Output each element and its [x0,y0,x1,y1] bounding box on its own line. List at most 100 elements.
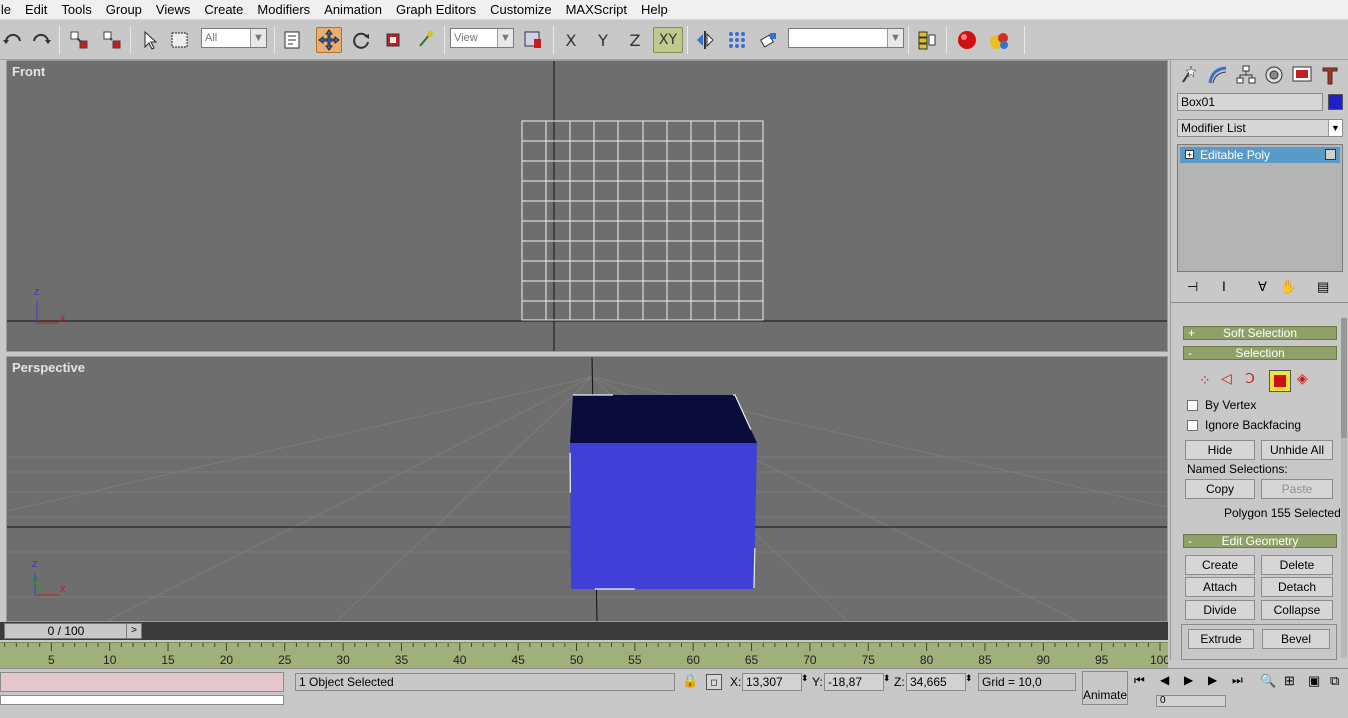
restrict-to-xy-button[interactable]: XY [653,27,683,53]
array-icon[interactable] [724,27,750,53]
layer-manager-icon[interactable] [914,27,940,53]
time-slider[interactable]: 0 / 100 > [0,622,1168,640]
next-frame-arrow-icon[interactable]: > [126,623,142,639]
polygon-icon[interactable] [1269,370,1291,392]
element-icon[interactable]: ◈ [1297,370,1308,387]
hide-button[interactable]: Hide [1185,440,1255,460]
stack-item-editable-poly[interactable]: + Editable Poly [1180,147,1340,163]
y-spinner-icon[interactable]: ⬍ [883,673,891,684]
y-coordinate-field[interactable]: -18,87 [824,673,884,691]
select-and-scale-icon[interactable] [380,27,406,53]
modify-tab-icon[interactable] [1207,64,1229,86]
reference-coordinate-dropdown[interactable]: View ▼ [450,28,514,48]
make-unique-icon[interactable]: ∀ [1258,279,1267,295]
utilities-tab-icon[interactable] [1319,64,1341,86]
vertex-icon[interactable]: ⁘ [1199,372,1211,389]
menu-animation[interactable]: Animation [317,0,389,20]
copy-button[interactable]: Copy [1185,479,1255,499]
modifier-stack[interactable]: + Editable Poly [1177,144,1343,272]
bevel-button[interactable]: Bevel [1262,629,1330,649]
by-vertex-checkbox[interactable] [1187,400,1198,411]
detach-button[interactable]: Detach [1261,577,1333,597]
unhide-all-button[interactable]: Unhide All [1261,440,1333,460]
go-to-start-icon[interactable]: ⏮ [1134,673,1145,688]
remove-modifier-icon[interactable]: ✋ [1280,279,1296,295]
undo-icon[interactable] [0,27,26,53]
x-spinner-icon[interactable]: ⬍ [801,673,809,684]
object-name-field[interactable]: Box01 [1177,93,1323,111]
attach-button[interactable]: Attach [1185,577,1255,597]
divide-button[interactable]: Divide [1185,600,1255,620]
previous-frame-icon[interactable]: ◀ [1160,673,1169,687]
select-and-rotate-icon[interactable] [348,27,374,53]
create-button[interactable]: Create [1185,555,1255,575]
auto-key-animate-button[interactable]: Animate [1082,671,1128,705]
menu-help[interactable]: Help [634,0,675,20]
display-tab-icon[interactable] [1291,64,1313,86]
zoom-icon[interactable]: 🔍 [1260,673,1276,689]
select-and-move-icon[interactable] [316,27,342,53]
next-frame-icon[interactable]: ▶ [1208,673,1217,687]
lock-icon[interactable]: 🔒 [682,673,698,689]
redo-icon[interactable] [28,27,54,53]
go-to-end-icon[interactable]: ⏭ [1232,673,1243,688]
delete-button[interactable]: Delete [1261,555,1333,575]
absolute-mode-icon[interactable]: ◻ [706,674,722,690]
z-spinner-icon[interactable]: ⬍ [965,673,973,684]
zoom-extents-all-icon[interactable]: ⧉ [1330,673,1339,689]
restrict-to-y-button[interactable]: Y [590,27,616,53]
command-panel-scrollbar[interactable] [1341,318,1347,658]
front-viewport[interactable]: Front z x [6,60,1168,352]
ignore-backfacing-checkbox[interactable] [1187,420,1198,431]
menu-views[interactable]: Views [149,0,197,20]
menu-maxscript[interactable]: MAXScript [559,0,634,20]
zoom-all-icon[interactable]: ⊞ [1284,673,1295,689]
x-coordinate-field[interactable]: 13,307 [742,673,802,691]
use-pivot-center-icon[interactable] [520,27,546,53]
menu-edit[interactable]: Edit [18,0,54,20]
expand-icon[interactable]: + [1185,150,1194,160]
rectangular-selection-icon[interactable] [167,27,193,53]
border-icon[interactable]: Ↄ [1245,370,1255,387]
modifier-list-dropdown[interactable]: Modifier List ▼ [1177,119,1343,137]
create-tab-icon[interactable] [1179,64,1201,86]
selection-rollout[interactable]: - Selection [1183,346,1337,360]
select-and-link-icon[interactable] [66,27,92,53]
soft-selection-rollout[interactable]: + Soft Selection [1183,326,1337,340]
maxscript-listener[interactable] [0,672,284,692]
material-editor-icon[interactable] [954,27,980,53]
perspective-viewport[interactable]: Perspective z y x [6,356,1168,622]
current-frame-field[interactable]: 0 [1156,695,1226,707]
zoom-extents-icon[interactable]: ▣ [1308,673,1320,689]
unlink-selection-icon[interactable] [99,27,125,53]
menu-create[interactable]: Create [197,0,250,20]
menu-customize[interactable]: Customize [483,0,558,20]
configure-modifier-sets-icon[interactable]: ▤ [1317,279,1329,295]
menu-graph-editors[interactable]: Graph Editors [389,0,483,20]
edge-icon[interactable]: ◁ [1221,370,1232,387]
collapse-button[interactable]: Collapse [1261,600,1333,620]
pin-stack-icon[interactable]: ⊣ [1187,279,1198,295]
select-by-name-icon[interactable] [279,27,305,53]
edit-geometry-rollout[interactable]: - Edit Geometry [1183,534,1337,548]
paste-button[interactable]: Paste [1261,479,1333,499]
named-selection-sets-dropdown[interactable]: ▼ [788,28,904,48]
hierarchy-tab-icon[interactable] [1235,64,1257,86]
menu-file[interactable]: ile [0,0,18,20]
play-icon[interactable]: ▶ [1184,673,1193,687]
render-scene-icon[interactable] [986,27,1012,53]
restrict-to-z-button[interactable]: Z [622,27,648,53]
restrict-to-x-button[interactable]: X [558,27,584,53]
select-object-icon[interactable] [137,27,163,53]
show-end-result-icon[interactable]: Ⅰ [1222,279,1226,295]
menu-tools[interactable]: Tools [54,0,98,20]
track-bar[interactable]: 5 10 15 20 25 30 35 40 45 50 55 60 65 70 75 80 85 90 95 100 [0,642,1168,668]
motion-tab-icon[interactable] [1263,64,1285,86]
manipulate-icon[interactable] [412,27,438,53]
object-color-swatch[interactable] [1328,94,1343,110]
time-slider-handle[interactable]: 0 / 100 [4,623,128,639]
menu-group[interactable]: Group [99,0,149,20]
mirror-icon[interactable] [692,27,718,53]
extrude-button[interactable]: Extrude [1188,629,1254,649]
stack-item-toggle[interactable] [1325,149,1336,160]
